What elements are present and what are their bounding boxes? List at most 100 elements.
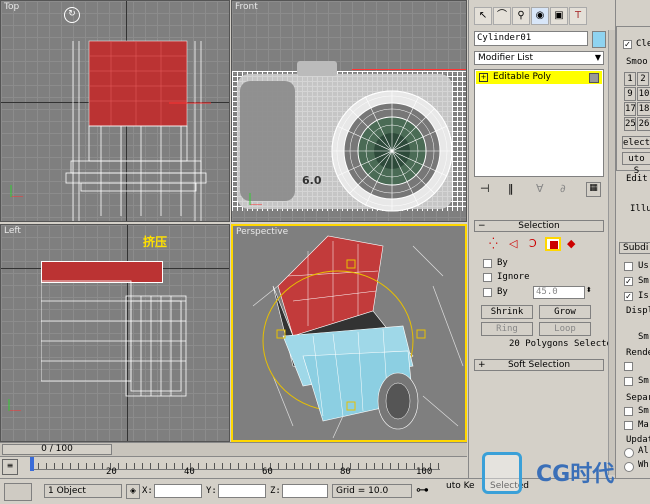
- camera-badge-text: 6.0: [302, 174, 322, 187]
- viewport-front[interactable]: Front 6.0: [231, 0, 467, 222]
- motion-tab-icon[interactable]: ◉: [531, 7, 549, 25]
- use-label: Us: [638, 261, 649, 271]
- smo-label: Sm: [638, 276, 649, 286]
- by-angle-checkbox[interactable]: [483, 288, 492, 297]
- render-iter-checkbox[interactable]: [624, 362, 633, 371]
- shrink-button[interactable]: Shrink: [481, 305, 533, 319]
- viewport-top[interactable]: Top ↻: [0, 0, 230, 222]
- smooth-group-25[interactable]: 25: [624, 117, 636, 131]
- edge-level-icon[interactable]: ◁: [509, 237, 517, 250]
- x-field[interactable]: [154, 484, 202, 498]
- lock-icon[interactable]: ◈: [126, 484, 140, 499]
- render-smooth-checkbox[interactable]: [624, 377, 633, 386]
- tick-label: 40: [184, 467, 195, 477]
- show-end-result-icon[interactable]: ‖: [508, 182, 514, 195]
- time-slider-thumb[interactable]: 0 / 100: [2, 444, 112, 455]
- angle-spinner-icon[interactable]: ⬍: [586, 286, 592, 294]
- polygon-level-icon[interactable]: [545, 237, 561, 251]
- object-count: 1 Object: [44, 484, 122, 498]
- smooth-group-17[interactable]: 17: [624, 102, 636, 116]
- grow-button[interactable]: Grow: [539, 305, 591, 319]
- subdivision-rollout-header[interactable]: Subdi: [619, 242, 650, 254]
- utilities-tab-icon[interactable]: T: [569, 7, 587, 25]
- separate-label: Separ: [626, 393, 650, 403]
- illum-label: Illumi: [630, 204, 650, 214]
- stack-item-label: Editable Poly: [493, 72, 551, 82]
- command-panel: ↖ ⌒ ⚲ ◉ ▣ T Cylinder01 Modifier List ▼ +…: [468, 0, 618, 478]
- z-field[interactable]: [282, 484, 328, 498]
- viewport-label: Front: [235, 2, 258, 12]
- smooth-group-18[interactable]: 18: [637, 102, 650, 116]
- time-slider[interactable]: 0 / 100: [0, 442, 467, 457]
- collapse-icon: −: [478, 221, 486, 231]
- annotation-text: 挤压: [143, 235, 168, 249]
- maxscript-icon[interactable]: [4, 483, 32, 501]
- soft-selection-rollout-header[interactable]: + Soft Selection: [474, 359, 604, 371]
- loop-button[interactable]: Loop: [539, 322, 591, 336]
- y-label: Y:: [206, 486, 217, 496]
- display-tab-icon[interactable]: ▣: [550, 7, 568, 25]
- separate-smoothing-checkbox[interactable]: [624, 407, 633, 416]
- sm-label: Sm: [638, 406, 649, 416]
- border-level-icon[interactable]: Ↄ: [529, 237, 537, 250]
- modifier-stack[interactable]: + Editable Poly: [474, 69, 604, 177]
- modifier-list-label: Modifier List: [478, 53, 533, 63]
- vertex-level-icon[interactable]: ⁛: [489, 237, 498, 250]
- smooth-result-checkbox[interactable]: ✓: [624, 277, 633, 286]
- sm-label: Sm: [638, 376, 649, 386]
- pointer-icon[interactable]: ↖: [474, 7, 492, 25]
- selection-rollout-header[interactable]: − Selection: [474, 220, 604, 232]
- smooth-group-9[interactable]: 9: [624, 87, 636, 101]
- smooth-group-26[interactable]: 26: [637, 117, 650, 131]
- tick-label: 80: [340, 467, 351, 477]
- camera-model: [237, 61, 453, 212]
- grid-setting: Grid = 10.0: [332, 484, 412, 498]
- track-bar-icon[interactable]: ≡: [2, 459, 18, 475]
- selection-status: 20 Polygons Selected: [509, 339, 618, 349]
- use-nurms-checkbox[interactable]: [624, 262, 633, 271]
- rollout-title: Selection: [518, 221, 560, 231]
- red-axis-line: [352, 69, 466, 70]
- stack-item-toggle-icon[interactable]: [589, 73, 599, 83]
- smooth-group-10[interactable]: 10: [637, 87, 650, 101]
- auto-smooth-button[interactable]: uto S: [622, 152, 650, 176]
- pin-stack-icon[interactable]: ⊣: [480, 182, 490, 195]
- track-ruler-cursor: [30, 457, 34, 471]
- smooth-label: Smoo: [626, 57, 648, 67]
- element-level-icon[interactable]: ◆: [567, 237, 575, 250]
- chevron-down-icon: ▼: [594, 53, 601, 62]
- object-name-field[interactable]: Cylinder01: [474, 31, 588, 46]
- hierarchy-tab-icon[interactable]: ⚲: [512, 7, 530, 25]
- make-unique-icon[interactable]: ∀: [536, 182, 544, 195]
- clear-checkbox[interactable]: ✓: [623, 40, 632, 49]
- tick-label: 100: [416, 467, 433, 477]
- track-bar[interactable]: ≡ 20 40 60 80 100: [0, 456, 467, 479]
- y-field[interactable]: [218, 484, 266, 498]
- axis-tripod-icon: [10, 185, 23, 197]
- smooth-group-1[interactable]: 1: [624, 72, 636, 86]
- z-label: Z:: [270, 486, 281, 496]
- separate-materials-checkbox[interactable]: [624, 421, 633, 430]
- angle-input[interactable]: 45.0: [533, 286, 585, 299]
- modify-tab-icon[interactable]: ⌒: [493, 7, 511, 25]
- panel-scrollbar[interactable]: [608, 30, 615, 475]
- isoline-checkbox[interactable]: ✓: [624, 292, 633, 301]
- viewport-left[interactable]: Left 挤压: [0, 224, 230, 442]
- ignore-backfacing-checkbox[interactable]: [483, 273, 492, 282]
- remove-modifier-icon[interactable]: ∂: [560, 182, 566, 195]
- ring-button[interactable]: Ring: [481, 322, 533, 336]
- rotate-icon[interactable]: ↻: [64, 7, 80, 23]
- object-color-swatch[interactable]: [592, 31, 606, 48]
- select-by-sg-button[interactable]: elect: [622, 136, 650, 149]
- smooth-group-2[interactable]: 2: [637, 72, 649, 86]
- key-icon[interactable]: ⊶: [416, 483, 429, 498]
- modifier-list-dropdown[interactable]: Modifier List ▼: [474, 51, 604, 65]
- by-angle-label: By: [497, 287, 508, 297]
- expand-icon[interactable]: +: [479, 73, 488, 82]
- clear-label: Cle: [636, 39, 650, 49]
- by-vertex-checkbox[interactable]: [483, 259, 492, 268]
- stack-item-editable-poly[interactable]: + Editable Poly: [476, 71, 602, 84]
- left-wireframe: [41, 280, 187, 397]
- configure-sets-icon[interactable]: ▦: [586, 182, 601, 197]
- viewport-perspective[interactable]: Perspective: [231, 224, 467, 442]
